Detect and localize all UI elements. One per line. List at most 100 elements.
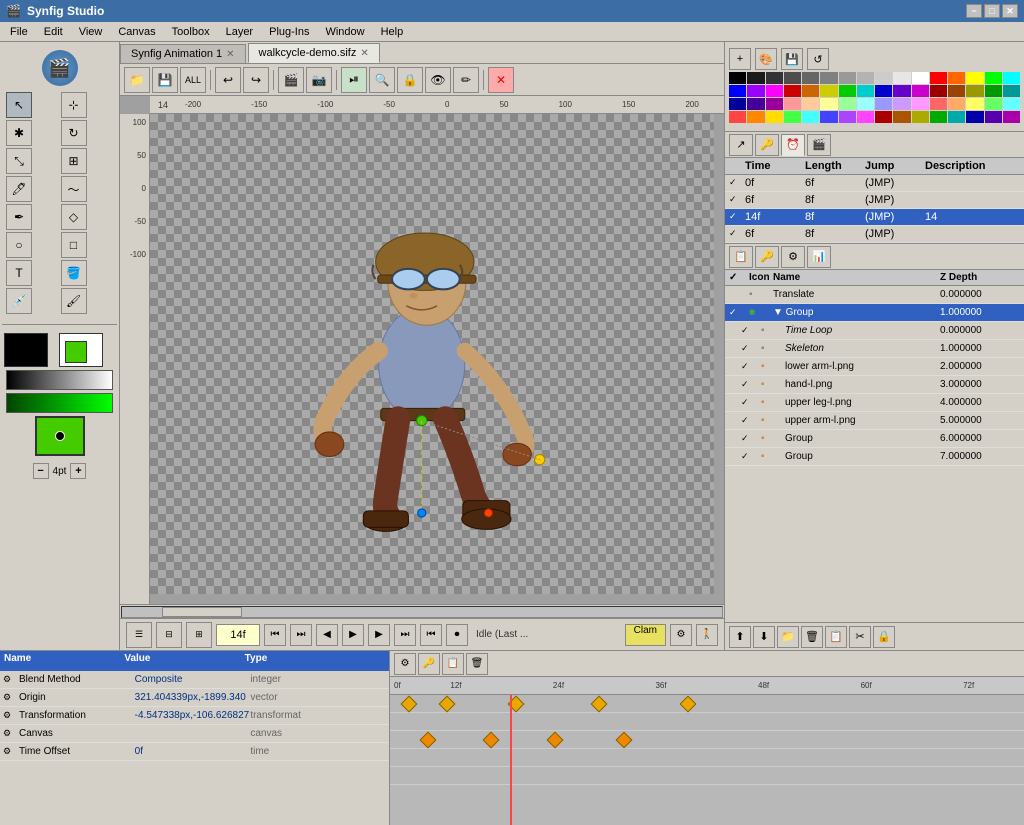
next-frame-btn[interactable]: ▶ [368,624,390,646]
param-row-4[interactable]: ⚙ Time Offset 0f time [0,743,389,761]
to-end-btn[interactable]: ⏮ [420,624,442,646]
palette-color-21[interactable] [820,85,837,97]
tb-render[interactable]: 🎬 [278,67,304,93]
tool-fill[interactable]: 🪣 [61,260,87,286]
tb-redo[interactable]: ↪ [243,67,269,93]
palette-color-37[interactable] [820,98,837,110]
kf-diamond-6[interactable] [419,732,436,749]
palette-color-45[interactable] [966,98,983,110]
menu-canvas[interactable]: Canvas [110,24,163,40]
palette-color-46[interactable] [985,98,1002,110]
kf-diamond-9[interactable] [616,732,633,749]
size-decrease[interactable]: − [33,463,49,479]
palette-color-62[interactable] [985,111,1002,123]
tab-walkcycle[interactable]: walkcycle-demo.sifz ✕ [248,43,380,63]
palette-color-44[interactable] [948,98,965,110]
zoom-in-btn[interactable]: ⊞ [186,622,212,648]
palette-color-9[interactable] [893,72,910,84]
menu-layer[interactable]: Layer [218,24,262,40]
layer-check-2[interactable]: ✓ [741,325,761,336]
tool-smooth[interactable]: ✱ [6,120,32,146]
palette-color-41[interactable] [893,98,910,110]
param-row-0[interactable]: ⚙ Blend Method Composite integer [0,671,389,689]
palette-color-43[interactable] [930,98,947,110]
close-button[interactable]: ✕ [1002,4,1018,18]
palette-save-btn[interactable]: 💾 [781,48,803,70]
tb-lock[interactable]: 🔒 [397,67,423,93]
palette-color-38[interactable] [839,98,856,110]
keyframe-tab-arrows[interactable]: ↗ [729,134,753,156]
param-row-2[interactable]: ⚙ Transformation -4.547338px,-106.626827… [0,707,389,725]
render-btn[interactable]: 🚶 [696,624,718,646]
palette-color-24[interactable] [875,85,892,97]
tl-btn1[interactable]: ⚙ [394,653,416,675]
palette-color-16[interactable] [729,85,746,97]
kf-diamond-7[interactable] [483,732,500,749]
current-frame-input[interactable] [216,624,260,646]
param-row-3[interactable]: ⚙ Canvas canvas [0,725,389,743]
palette-color-51[interactable] [784,111,801,123]
palette-color-32[interactable] [729,98,746,110]
palette-color-54[interactable] [839,111,856,123]
palette-color-31[interactable] [1003,85,1020,97]
zoom-out-btn[interactable]: ⊟ [156,622,182,648]
palette-color-3[interactable] [784,72,801,84]
palette-color-28[interactable] [948,85,965,97]
palette-color-58[interactable] [912,111,929,123]
keyframe-row-3[interactable]: ✓ 6f 8f (JMP) [725,226,1024,243]
palette-color-48[interactable] [729,111,746,123]
layer-check-7[interactable]: ✓ [741,415,761,426]
palette-color-4[interactable] [802,72,819,84]
palette-color-35[interactable] [784,98,801,110]
palette-color-63[interactable] [1003,111,1020,123]
menu-toolbox[interactable]: Toolbox [164,24,218,40]
color-indicator[interactable] [35,416,85,456]
next-keyframe-btn[interactable]: ⏭ [394,624,416,646]
palette-reset-btn[interactable]: ↺ [807,48,829,70]
menu-edit[interactable]: Edit [36,24,71,40]
palette-color-47[interactable] [1003,98,1020,110]
tb-snapshot[interactable]: 📷 [306,67,332,93]
kf-diamond-5[interactable] [679,696,696,713]
tool-circle[interactable]: ○ [6,232,32,258]
layer-row-6[interactable]: ✓ ▪ upper leg-l.png 4.000000 [725,394,1024,412]
kf-check-3[interactable]: ✓ [729,228,745,240]
clamp-button[interactable]: Clam [625,624,666,646]
palette-color-50[interactable] [766,111,783,123]
keyframe-tab-render[interactable]: 🎬 [807,134,831,156]
size-increase[interactable]: + [70,463,86,479]
prev-keyframe-btn[interactable]: ⏭ [290,624,312,646]
tl-btn2[interactable]: 🔑 [418,653,440,675]
menu-plugins[interactable]: Plug-Ins [261,24,317,40]
palette-color-60[interactable] [948,111,965,123]
palette-color-7[interactable] [857,72,874,84]
palette-color-59[interactable] [930,111,947,123]
menu-file[interactable]: File [2,24,36,40]
tb-eye[interactable]: 👁 [425,67,451,93]
layer-row-4[interactable]: ✓ ▪ lower arm-l.png 2.000000 [725,358,1024,376]
layer-lock-btn[interactable]: 🔒 [873,626,895,648]
palette-color-2[interactable] [766,72,783,84]
timeline-content[interactable] [390,695,1024,825]
palette-color-25[interactable] [893,85,910,97]
gradient-bar-bw[interactable] [6,370,113,390]
to-start-btn[interactable]: ⏮ [264,624,286,646]
palette-color-49[interactable] [747,111,764,123]
palette-color-26[interactable] [912,85,929,97]
layer-check-3[interactable]: ✓ [741,343,761,354]
keyframe-row-0[interactable]: ✓ 0f 6f (JMP) [725,175,1024,192]
palette-color-23[interactable] [857,85,874,97]
palette-color-5[interactable] [820,72,837,84]
layer-tab-btn1[interactable]: 📋 [729,246,753,268]
layer-check-6[interactable]: ✓ [741,397,761,408]
menu-help[interactable]: Help [373,24,412,40]
tool-transform[interactable]: ⊹ [61,92,87,118]
record-btn[interactable]: ⏺ [446,624,468,646]
layer-cut-btn[interactable]: ✂ [849,626,871,648]
layer-row-8[interactable]: ✓ ▪ Group 6.000000 [725,430,1024,448]
palette-add-btn[interactable]: + [729,48,751,70]
palette-color-30[interactable] [985,85,1002,97]
palette-color-33[interactable] [747,98,764,110]
palette-color-40[interactable] [875,98,892,110]
palette-color-39[interactable] [857,98,874,110]
